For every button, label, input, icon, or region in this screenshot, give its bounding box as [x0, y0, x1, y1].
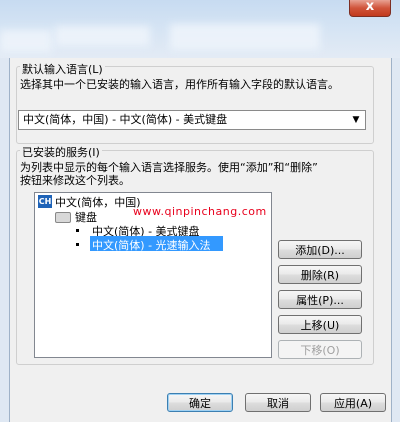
blurred-title-area — [0, 30, 52, 52]
default-language-label: 默认输入语言(L) — [20, 61, 105, 77]
move-down-button[interactable]: 下移(O) — [278, 340, 362, 359]
default-language-select-value: 中文(简体，中国) - 中文(简体) - 美式键盘 — [23, 113, 228, 126]
keyboard-icon — [55, 212, 71, 223]
tree-item-service-selected[interactable]: 中文(简体) - 光速输入法 — [92, 237, 211, 253]
default-language-description: 选择其中一个已安装的输入语言，用作所有输入字段的默认语言。 — [20, 78, 339, 91]
remove-button[interactable]: 删除(R) — [278, 265, 362, 284]
chevron-down-icon[interactable]: ▼ — [349, 111, 363, 129]
cancel-button[interactable]: 取消 — [245, 393, 311, 412]
add-button[interactable]: 添加(D)... — [278, 240, 362, 259]
close-button[interactable]: x — [349, 0, 391, 17]
bullet-icon — [76, 243, 79, 246]
installed-services-tree[interactable]: CH 中文(简体，中国) 键盘 www.qinpinchang.com 中文(简… — [34, 192, 272, 358]
watermark-text: www.qinpinchang.com — [133, 205, 267, 218]
installed-services-label: 已安装的服务(I) — [20, 144, 102, 160]
properties-button[interactable]: 属性(P)... — [278, 290, 362, 309]
language-flag-icon: CH — [38, 195, 52, 208]
tree-item-language[interactable]: 中文(简体，中国) — [55, 194, 141, 210]
default-language-select[interactable]: 中文(简体，中国) - 中文(简体) - 美式键盘 ▼ — [18, 110, 366, 130]
title-bar: x — [0, 0, 400, 58]
bullet-icon — [76, 229, 79, 232]
installed-services-description-2: 按钮来修改这个列表。 — [20, 174, 130, 187]
blurred-title-area — [170, 24, 320, 50]
blurred-title-area — [55, 26, 150, 46]
move-up-button[interactable]: 上移(U) — [278, 315, 362, 334]
ok-button[interactable]: 确定 — [167, 393, 233, 412]
apply-button[interactable]: 应用(A) — [320, 393, 386, 412]
